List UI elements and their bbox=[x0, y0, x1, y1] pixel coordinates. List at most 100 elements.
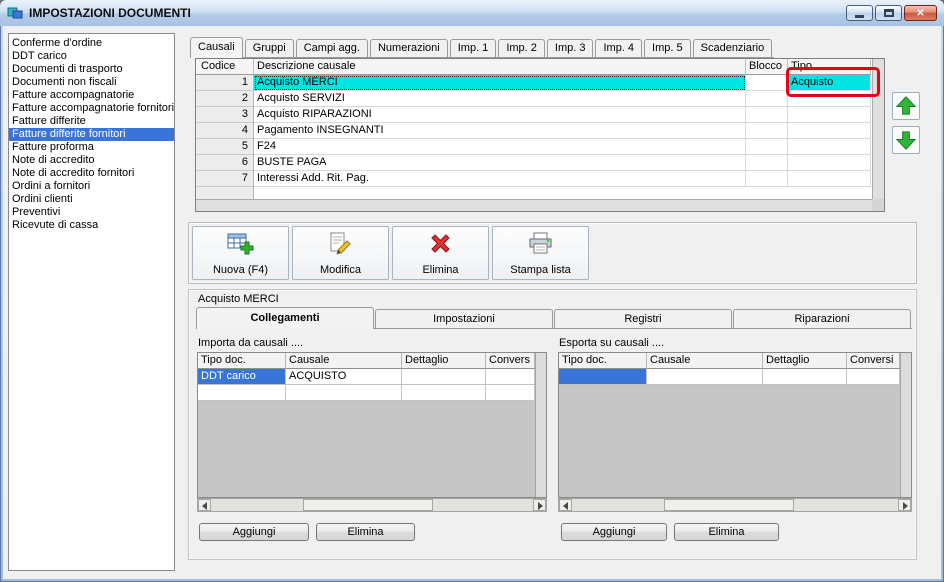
cell-blocco[interactable] bbox=[746, 91, 788, 107]
tab-imp-4[interactable]: Imp. 4 bbox=[595, 39, 643, 57]
column-header-descrizione[interactable]: Descrizione causale bbox=[254, 59, 746, 75]
cell-causale[interactable]: ACQUISTO bbox=[286, 369, 402, 385]
tab-riparazioni[interactable]: Riparazioni bbox=[733, 309, 911, 328]
grid-vertical-scrollbar[interactable] bbox=[872, 59, 884, 199]
cell-tipo-doc[interactable]: DDT carico bbox=[198, 369, 286, 385]
cell-descrizione[interactable]: Interessi Add. Rit. Pag. bbox=[254, 171, 746, 187]
cell-descrizione[interactable]: Acquisto RIPARAZIONI bbox=[254, 107, 746, 123]
grid-row[interactable]: 7 Interessi Add. Rit. Pag. bbox=[196, 171, 884, 187]
sidebar-item-fatture-accompagnatorie-fornitori[interactable]: Fatture accompagnatorie fornitori bbox=[9, 102, 174, 115]
tab-imp-3[interactable]: Imp. 3 bbox=[546, 39, 594, 57]
cell-tipo[interactable] bbox=[788, 139, 871, 155]
cell-dettaglio[interactable] bbox=[402, 369, 486, 385]
grid-horizontal-scrollbar[interactable] bbox=[196, 199, 872, 211]
cell-tipo[interactable] bbox=[788, 107, 871, 123]
sidebar-item-fatture-differite-fornitori[interactable]: Fatture differite fornitori bbox=[9, 128, 174, 141]
column-header-conversione[interactable]: Convers bbox=[486, 353, 535, 369]
import-vertical-scrollbar[interactable] bbox=[535, 353, 546, 497]
cell-empty[interactable] bbox=[286, 385, 402, 401]
scroll-left-button[interactable] bbox=[559, 499, 572, 511]
print-list-button[interactable]: Stampa lista bbox=[492, 226, 589, 280]
column-header-conversione[interactable]: Conversi bbox=[847, 353, 900, 369]
titlebar[interactable]: IMPOSTAZIONI DOCUMENTI ✕ bbox=[0, 0, 944, 26]
maximize-button[interactable] bbox=[875, 5, 902, 21]
scroll-right-button[interactable] bbox=[533, 499, 546, 511]
delete-button[interactable]: Elimina bbox=[392, 226, 489, 280]
import-horizontal-scrollbar[interactable] bbox=[197, 498, 547, 512]
tab-campi-agg[interactable]: Campi agg. bbox=[295, 39, 368, 57]
export-horizontal-scrollbar[interactable] bbox=[558, 498, 912, 512]
sidebar-item-preventivi[interactable]: Preventivi bbox=[9, 206, 174, 219]
column-header-causale[interactable]: Causale bbox=[286, 353, 402, 369]
sidebar-item-note-di-accredito[interactable]: Note di accredito bbox=[9, 154, 174, 167]
table-row[interactable]: DDT carico ACQUISTO bbox=[198, 369, 535, 385]
cell-blocco[interactable] bbox=[746, 171, 788, 187]
tab-causali[interactable]: Causali bbox=[190, 37, 243, 58]
cell-blocco[interactable] bbox=[746, 139, 788, 155]
scroll-left-button[interactable] bbox=[198, 499, 211, 511]
grid-row[interactable]: 4 Pagamento INSEGNANTI bbox=[196, 123, 884, 139]
sidebar-item-fatture-differite[interactable]: Fatture differite bbox=[9, 115, 174, 128]
sidebar-item-documenti-trasporto[interactable]: Documenti di trasporto bbox=[9, 63, 174, 76]
tab-imp-2[interactable]: Imp. 2 bbox=[498, 39, 545, 57]
new-button[interactable]: Nuova (F4) bbox=[192, 226, 289, 280]
export-delete-button[interactable]: Elimina bbox=[674, 523, 779, 541]
column-header-tipo-doc[interactable]: Tipo doc. bbox=[559, 353, 647, 369]
table-row-empty[interactable] bbox=[198, 385, 535, 401]
cell-tipo[interactable] bbox=[788, 171, 871, 187]
move-down-button[interactable] bbox=[892, 126, 920, 154]
tab-imp-1[interactable]: Imp. 1 bbox=[449, 39, 497, 57]
cell-descrizione[interactable]: Pagamento INSEGNANTI bbox=[254, 123, 746, 139]
close-button[interactable]: ✕ bbox=[904, 5, 937, 21]
cell-descrizione[interactable]: F24 bbox=[254, 139, 746, 155]
modify-button[interactable]: Modifica bbox=[292, 226, 389, 280]
grid-row[interactable]: 5 F24 bbox=[196, 139, 884, 155]
move-up-button[interactable] bbox=[892, 92, 920, 120]
sidebar-item-ddt-carico[interactable]: DDT carico bbox=[9, 50, 174, 63]
cell-conversione[interactable] bbox=[486, 369, 535, 385]
sidebar-item-ordini-clienti[interactable]: Ordini clienti bbox=[9, 193, 174, 206]
sidebar-item-ricevute-di-cassa[interactable]: Ricevute di cassa bbox=[9, 219, 174, 232]
cell-tipo[interactable]: Acquisto bbox=[788, 75, 871, 91]
tab-impostazioni[interactable]: Impostazioni bbox=[375, 309, 553, 328]
cell-dettaglio[interactable] bbox=[763, 369, 847, 385]
scroll-thumb[interactable] bbox=[303, 499, 433, 511]
sidebar-item-fatture-proforma[interactable]: Fatture proforma bbox=[9, 141, 174, 154]
cell-blocco[interactable] bbox=[746, 107, 788, 123]
import-delete-button[interactable]: Elimina bbox=[316, 523, 415, 541]
cell-descrizione[interactable]: Acquisto SERVIZI bbox=[254, 91, 746, 107]
tab-registri[interactable]: Registri bbox=[554, 309, 732, 328]
column-header-tipo-doc[interactable]: Tipo doc. bbox=[198, 353, 286, 369]
tab-scadenziario[interactable]: Scadenziario bbox=[692, 39, 773, 57]
cell-causale[interactable] bbox=[647, 369, 763, 385]
sidebar-item-documenti-non-fiscali[interactable]: Documenti non fiscali bbox=[9, 76, 174, 89]
cell-empty[interactable] bbox=[402, 385, 486, 401]
export-vertical-scrollbar[interactable] bbox=[900, 353, 911, 497]
sidebar-item-fatture-accompagnatorie[interactable]: Fatture accompagnatorie bbox=[9, 89, 174, 102]
cell-tipo[interactable] bbox=[788, 123, 871, 139]
grid-row[interactable]: 6 BUSTE PAGA bbox=[196, 155, 884, 171]
column-header-dettaglio[interactable]: Dettaglio bbox=[402, 353, 486, 369]
cell-blocco[interactable] bbox=[746, 155, 788, 171]
column-header-dettaglio[interactable]: Dettaglio bbox=[763, 353, 847, 369]
cell-tipo-doc[interactable] bbox=[559, 369, 647, 385]
import-add-button[interactable]: Aggiungi bbox=[199, 523, 309, 541]
scroll-right-button[interactable] bbox=[898, 499, 911, 511]
cell-tipo[interactable] bbox=[788, 155, 871, 171]
cell-tipo[interactable] bbox=[788, 91, 871, 107]
tab-numerazioni[interactable]: Numerazioni bbox=[369, 39, 448, 57]
minimize-button[interactable] bbox=[846, 5, 873, 21]
column-header-causale[interactable]: Causale bbox=[647, 353, 763, 369]
column-header-tipo[interactable]: Tipo bbox=[788, 59, 871, 75]
column-header-codice[interactable]: Codice bbox=[196, 59, 254, 75]
grid-row[interactable]: 3 Acquisto RIPARAZIONI bbox=[196, 107, 884, 123]
tab-collegamenti[interactable]: Collegamenti bbox=[196, 307, 374, 329]
cell-blocco[interactable] bbox=[746, 123, 788, 139]
tab-gruppi[interactable]: Gruppi bbox=[244, 39, 294, 57]
cell-empty[interactable] bbox=[198, 385, 286, 401]
grid-row[interactable]: 2 Acquisto SERVIZI bbox=[196, 91, 884, 107]
sidebar-item-ordini-a-fornitori[interactable]: Ordini a fornitori bbox=[9, 180, 174, 193]
cell-blocco[interactable] bbox=[746, 75, 788, 91]
sidebar-item-conferme-ordine[interactable]: Conferme d'ordine bbox=[9, 37, 174, 50]
cell-descrizione[interactable]: Acquisto MERCI bbox=[254, 75, 746, 91]
